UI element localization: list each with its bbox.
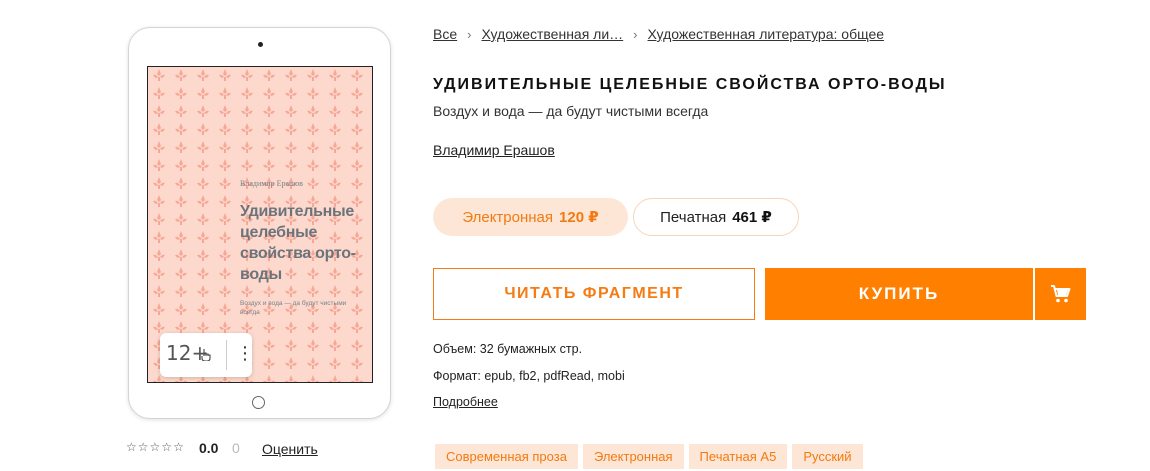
format-ebook-label: Электронная [462, 208, 554, 226]
add-to-cart-button[interactable] [1035, 268, 1086, 320]
tablet-home-button [252, 396, 265, 409]
format-print-label: Печатная [660, 208, 727, 226]
breadcrumb-item-all[interactable]: Все [433, 26, 457, 42]
pointer-hand-icon [200, 348, 214, 362]
buy-button[interactable]: КУПИТЬ [765, 268, 1033, 320]
more-details-link[interactable]: Подробнее [433, 395, 498, 409]
star-icon[interactable]: ☆ [161, 440, 172, 454]
format-print-button[interactable]: Печатная 461 ₽ [633, 198, 799, 236]
star-icon[interactable]: ☆ [150, 440, 161, 454]
format-info: Формат: epub, fb2, pdfRead, mobi [433, 369, 625, 383]
cover-subtitle: Воздух и вода — да будут чистыми всегда [240, 300, 347, 316]
read-fragment-button[interactable]: ЧИТАТЬ ФРАГМЕНТ [433, 268, 755, 320]
volume-info: Объем: 32 бумажных стр. [433, 342, 583, 356]
cover-author: Владимир Ерашов [240, 179, 303, 188]
tablet-camera [258, 42, 263, 47]
author-link[interactable]: Владимир Ерашов [433, 142, 555, 158]
tag-item[interactable]: Электронная [582, 444, 684, 469]
rating-value: 0.0 [199, 440, 219, 456]
more-menu-icon[interactable]: ⋮ [236, 343, 254, 364]
rate-link[interactable]: Оценить [262, 441, 318, 457]
format-print-price: 461 ₽ [732, 209, 772, 226]
star-icon[interactable]: ☆ [126, 440, 137, 454]
rating-count: 0 [232, 440, 240, 456]
tag-item[interactable]: Русский [792, 444, 863, 469]
tag-list: Современная проза Электронная Печатная A… [435, 444, 863, 469]
breadcrumb: Все › Художественная ли… › Художественна… [433, 26, 884, 42]
tag-item[interactable]: Печатная A5 [688, 444, 788, 469]
cart-icon [1050, 285, 1070, 303]
breadcrumb-item-fiction-general[interactable]: Художественная литература: общее [648, 26, 885, 42]
book-subtitle: Воздух и вода — да будут чистыми всегда [433, 103, 709, 119]
breadcrumb-separator: › [633, 26, 638, 42]
format-ebook-price: 120 ₽ [559, 209, 599, 226]
cover-title: Удивительные целебные свойства орто-воды [240, 203, 356, 283]
star-icon[interactable]: ☆ [138, 440, 149, 454]
tag-item[interactable]: Современная проза [435, 444, 578, 469]
rating-stars[interactable]: ☆ ☆ ☆ ☆ ☆ [126, 440, 184, 454]
star-icon[interactable]: ☆ [173, 440, 184, 454]
breadcrumb-separator: › [467, 26, 472, 42]
format-ebook-button[interactable]: Электронная 120 ₽ [433, 198, 628, 236]
breadcrumb-item-fiction[interactable]: Художественная ли… [481, 26, 623, 42]
overlay-divider [226, 340, 227, 370]
book-title: УДИВИТЕЛЬНЫЕ ЦЕЛЕБНЫЕ СВОЙСТВА ОРТО-ВОДЫ [433, 76, 947, 93]
